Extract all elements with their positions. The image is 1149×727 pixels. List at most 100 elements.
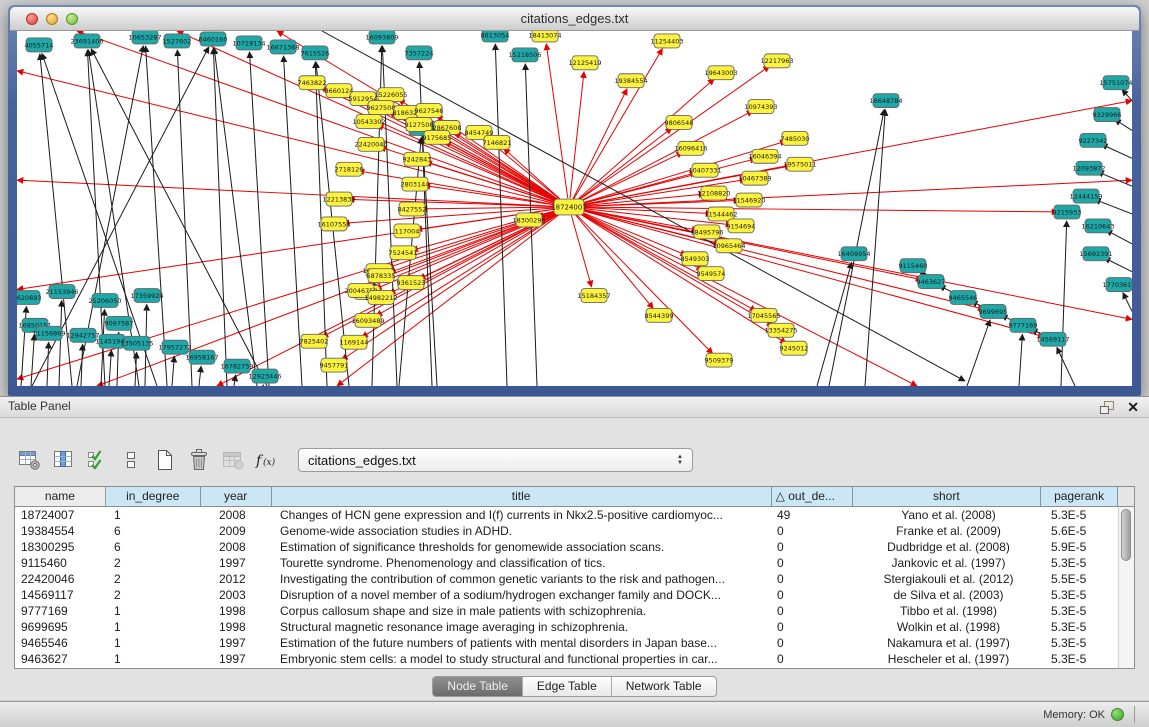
graph-node[interactable]: 1169144 [340,335,369,349]
graph-node[interactable]: 9242843 [403,152,432,166]
vertical-scrollbar[interactable] [1118,507,1134,668]
column-header-year[interactable]: year [201,487,272,506]
graph-node[interactable]: 15692391 [1079,247,1112,261]
graph-node[interactable]: 9465546 [949,291,978,305]
graph-node[interactable]: 18300295 [512,213,545,227]
window-titlebar[interactable]: citations_edges.txt [10,7,1139,31]
table-row[interactable]: 911546021997Tourette syndrome. Phenomeno… [15,555,1134,571]
scrollbar-thumb[interactable] [1121,509,1131,561]
graph-node[interactable]: 14982212 [364,291,397,305]
graph-node[interactable]: 8427552 [398,202,427,216]
graph-node[interactable]: 8544399 [645,308,674,322]
graph-node[interactable]: 17703610 [1102,278,1132,292]
graph-node[interactable]: 18495796 [690,225,723,239]
graph-node[interactable]: 16648784 [869,94,902,108]
table-row[interactable]: 946362711997Embryonic stem cells: a mode… [15,651,1134,667]
graph-node[interactable]: 7146821 [483,135,512,149]
network-graph[interactable]: 4055714236914061065328715276026460160107… [17,31,1132,386]
graph-node[interactable]: 9127508 [405,118,434,132]
graph-node[interactable]: 16096416 [674,141,707,155]
graph-node[interactable]: 12444159 [1069,189,1102,203]
graph-node[interactable]: 9227342 [1079,133,1108,147]
graph-node[interactable]: 9627508 [367,101,396,115]
graph-node[interactable]: 12125419 [568,56,601,70]
close-window-button[interactable] [26,13,38,25]
graph-node[interactable]: 10467389 [738,171,771,185]
graph-node[interactable]: 7615526 [301,46,330,60]
table-row[interactable]: 1456911722003Disruption of a novel membe… [15,587,1134,603]
graph-node[interactable]: 9115460 [899,259,928,273]
graph-node[interactable]: 15218506 [508,48,541,62]
memory-status-indicator[interactable] [1111,708,1124,721]
graph-node[interactable]: 6460160 [199,32,228,46]
graph-node[interactable]: 10543302 [352,115,385,129]
graph-node[interactable]: 15226055 [374,88,407,102]
graph-node[interactable]: 9361523 [397,276,426,290]
graph-node[interactable]: 11254403 [650,34,683,48]
table-row[interactable]: 1830029562008Estimation of significance … [15,539,1134,555]
graph-node[interactable]: 17045565 [747,308,780,322]
graph-node[interactable]: 17957272 [158,340,191,354]
graph-node[interactable]: 15751074 [1099,76,1132,90]
graph-node[interactable]: 2718126 [335,162,364,176]
table-row[interactable]: 2242004622012Investigating the contribut… [15,571,1134,587]
graph-node[interactable]: 7463822 [298,76,327,90]
graph-node[interactable]: 9215953 [1053,205,1082,219]
graph-node[interactable]: 11156869 [32,326,65,340]
graph-node[interactable]: 19384554 [614,74,647,88]
graph-node[interactable]: 16671368 [266,40,299,54]
graph-node[interactable]: 18724007 [551,199,587,215]
graph-node[interactable]: 9777169 [1009,318,1038,332]
graph-node[interactable]: 5878335 [367,269,396,283]
tab-network-table[interactable]: Network Table [612,677,716,696]
column-header-name[interactable]: name [15,487,106,506]
column-header-in-degree[interactable]: in_degree [106,487,201,506]
graph-node[interactable]: 9699695 [979,304,1008,318]
graph-node[interactable]: 16210643 [1081,219,1114,233]
tab-edge-table[interactable]: Edge Table [523,677,612,696]
graph-node[interactable]: 9329966 [1093,108,1122,122]
graph-node[interactable]: 7825402 [300,334,329,348]
close-panel-icon[interactable]: ✕ [1127,399,1139,415]
graph-node[interactable]: 9245012 [780,341,809,355]
graph-node[interactable]: 12108820 [697,186,730,200]
table-row[interactable]: 969969511998Structural magnetic resonanc… [15,619,1134,635]
table-options-button[interactable] [16,448,41,473]
tab-node-table[interactable]: Node Table [433,677,523,696]
graph-node[interactable]: 10719134 [232,36,265,50]
table-row[interactable]: 977716911998Corpus callosum shape and si… [15,603,1134,619]
zoom-window-button[interactable] [66,13,78,25]
graph-node[interactable]: 16107553 [317,217,350,231]
float-panel-icon[interactable] [1099,400,1115,415]
graph-node[interactable]: 10653287 [128,31,161,44]
graph-node[interactable]: 16782759 [220,359,253,373]
graph-node[interactable]: 9154694 [727,219,756,233]
network-canvas[interactable]: 4055714236914061065328715276026460160107… [17,31,1132,386]
table-row[interactable]: 1938455462009Genome-wide association stu… [15,523,1134,539]
column-header-short[interactable]: short [853,487,1042,506]
graph-node[interactable]: 9806548 [665,116,694,130]
column-header-pagerank[interactable]: pagerank [1041,487,1118,506]
function-builder-button[interactable]: f (x) [254,448,279,473]
row-height-button[interactable] [118,448,143,473]
column-header-title[interactable]: title [272,487,772,506]
table-selector-dropdown[interactable]: citations_edges.txt ▲▼ [298,448,693,472]
graph-node[interactable]: 13505135 [120,336,153,350]
minimize-window-button[interactable] [46,13,58,25]
graph-node[interactable]: 12923446 [248,369,281,383]
graph-node[interactable]: 14569117 [1036,332,1069,346]
graph-node[interactable]: 1527602 [163,34,192,48]
graph-node[interactable]: 8813054 [481,31,510,42]
delete-button[interactable] [186,448,211,473]
graph-node[interactable]: 13354275 [764,323,797,337]
graph-node[interactable]: 16958167 [185,350,218,364]
graph-node[interactable]: 4055714 [25,38,54,52]
graph-node[interactable]: 8549303 [681,252,710,266]
graph-node[interactable]: 10965464 [712,239,745,253]
graph-node[interactable]: 17359924 [130,289,163,303]
graph-node[interactable]: 2620693 [17,291,41,305]
graph-node[interactable]: 16409954 [837,247,870,261]
graph-node[interactable]: 10407331 [688,163,721,177]
graph-node[interactable]: 12093872 [1072,161,1105,175]
select-rows-button[interactable] [84,448,109,473]
